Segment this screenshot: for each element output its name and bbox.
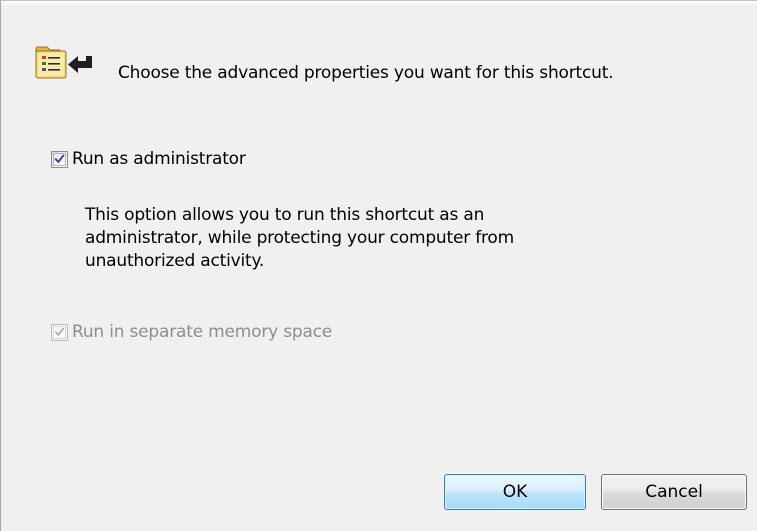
shortcut-properties-icon: [35, 46, 92, 79]
ok-button[interactable]: OK: [444, 474, 586, 510]
separate-memory-option: Run in separate memory space: [51, 321, 332, 343]
checkmark-icon: [54, 154, 65, 163]
run-as-administrator-label[interactable]: Run as administrator: [72, 149, 246, 169]
run-as-administrator-checkbox[interactable]: [51, 150, 68, 168]
run-as-administrator-description: This option allows you to run this short…: [85, 205, 514, 271]
run-as-administrator-option[interactable]: Run as administrator: [51, 148, 246, 170]
cancel-button[interactable]: Cancel: [601, 474, 747, 510]
checkmark-icon: [55, 327, 65, 336]
header-text: Choose the advanced properties you want …: [118, 63, 614, 83]
dialog-top-edge: [1, 1, 757, 6]
separate-memory-label: Run in separate memory space: [72, 322, 333, 342]
separate-memory-checkbox: [51, 323, 68, 341]
advanced-properties-dialog: Choose the advanced properties you want …: [0, 0, 757, 531]
